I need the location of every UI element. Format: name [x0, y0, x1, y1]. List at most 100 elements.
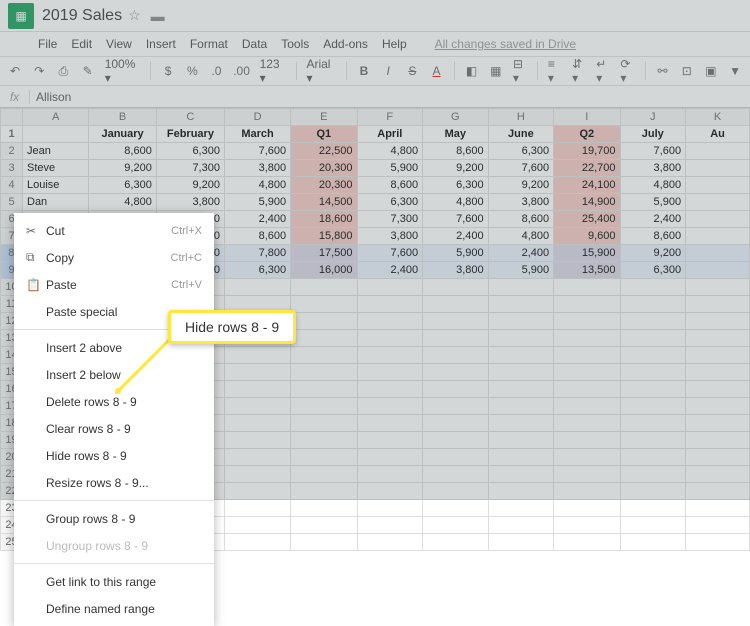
- percent-button[interactable]: %: [185, 63, 199, 79]
- cell[interactable]: [357, 347, 423, 364]
- cell[interactable]: 5,900: [423, 245, 489, 262]
- cell[interactable]: [488, 330, 554, 347]
- cell[interactable]: [224, 432, 290, 449]
- ctx-delete-rows[interactable]: Delete rows 8 - 9: [14, 388, 214, 415]
- cell[interactable]: [291, 534, 357, 551]
- cell[interactable]: [423, 415, 489, 432]
- cell[interactable]: [357, 449, 423, 466]
- cell[interactable]: [620, 347, 686, 364]
- star-icon[interactable]: ☆: [128, 7, 141, 24]
- cell[interactable]: [686, 211, 750, 228]
- col-header-D[interactable]: D: [224, 109, 290, 126]
- cell[interactable]: [554, 534, 620, 551]
- cell[interactable]: 9,200: [156, 177, 224, 194]
- cell[interactable]: [357, 381, 423, 398]
- cell[interactable]: Dan: [23, 194, 89, 211]
- cell[interactable]: [357, 432, 423, 449]
- header-cell[interactable]: June: [488, 126, 554, 143]
- cell[interactable]: 6,300: [224, 262, 290, 279]
- menu-view[interactable]: View: [106, 37, 132, 51]
- menu-help[interactable]: Help: [382, 37, 407, 51]
- cell[interactable]: [554, 296, 620, 313]
- cell[interactable]: [686, 296, 750, 313]
- cell[interactable]: [357, 279, 423, 296]
- print-icon[interactable]: ⎙: [56, 63, 70, 79]
- cell[interactable]: 2,400: [620, 211, 686, 228]
- currency-button[interactable]: $: [161, 63, 175, 79]
- cell[interactable]: [357, 296, 423, 313]
- cell[interactable]: 3,800: [156, 194, 224, 211]
- cell[interactable]: [620, 517, 686, 534]
- cell[interactable]: [423, 449, 489, 466]
- header-cell[interactable]: Q1: [291, 126, 357, 143]
- cell[interactable]: [686, 381, 750, 398]
- cell[interactable]: [686, 279, 750, 296]
- col-header-H[interactable]: H: [488, 109, 554, 126]
- italic-button[interactable]: I: [381, 63, 395, 79]
- cell[interactable]: 4,800: [423, 194, 489, 211]
- cell[interactable]: [554, 398, 620, 415]
- align-button[interactable]: ≡ ▾: [548, 63, 562, 79]
- cell[interactable]: 6,300: [423, 177, 489, 194]
- cell[interactable]: [357, 330, 423, 347]
- filter-button[interactable]: ▼: [728, 63, 742, 79]
- decrease-decimal-button[interactable]: .0: [209, 63, 223, 79]
- cell[interactable]: 8,600: [488, 211, 554, 228]
- cell[interactable]: [686, 313, 750, 330]
- cell[interactable]: 6,300: [620, 262, 686, 279]
- cell[interactable]: [423, 483, 489, 500]
- cell[interactable]: 8,600: [89, 143, 157, 160]
- cell[interactable]: 14,900: [554, 194, 620, 211]
- cell[interactable]: 5,900: [620, 194, 686, 211]
- cell[interactable]: 3,800: [620, 160, 686, 177]
- cell[interactable]: [620, 364, 686, 381]
- cell[interactable]: [291, 364, 357, 381]
- ctx-cut[interactable]: ✂CutCtrl+X: [14, 217, 214, 244]
- cell[interactable]: [686, 347, 750, 364]
- cell[interactable]: 9,200: [488, 177, 554, 194]
- cell[interactable]: [423, 500, 489, 517]
- ctx-copy[interactable]: ⧉CopyCtrl+C: [14, 244, 214, 271]
- cell[interactable]: 18,600: [291, 211, 357, 228]
- cell[interactable]: 15,800: [291, 228, 357, 245]
- cell[interactable]: [488, 364, 554, 381]
- cell[interactable]: [423, 279, 489, 296]
- col-header-F[interactable]: F: [357, 109, 423, 126]
- row-header-4[interactable]: 4: [1, 177, 23, 194]
- cell[interactable]: [357, 534, 423, 551]
- cell[interactable]: [423, 398, 489, 415]
- cell[interactable]: [423, 296, 489, 313]
- ctx-resize-rows[interactable]: Resize rows 8 - 9...: [14, 469, 214, 496]
- cell[interactable]: [554, 500, 620, 517]
- merge-button[interactable]: ⊟ ▾: [513, 63, 527, 79]
- cell[interactable]: [554, 364, 620, 381]
- cell[interactable]: [554, 449, 620, 466]
- cell[interactable]: 22,500: [291, 143, 357, 160]
- cell[interactable]: 6,300: [156, 143, 224, 160]
- cell[interactable]: [620, 398, 686, 415]
- cell[interactable]: 22,700: [554, 160, 620, 177]
- cell[interactable]: [686, 415, 750, 432]
- cell[interactable]: 9,200: [423, 160, 489, 177]
- menu-format[interactable]: Format: [190, 37, 228, 51]
- cell[interactable]: [554, 415, 620, 432]
- row-header-3[interactable]: 3: [1, 160, 23, 177]
- cell[interactable]: [224, 466, 290, 483]
- cell[interactable]: [686, 534, 750, 551]
- header-cell[interactable]: February: [156, 126, 224, 143]
- undo-icon[interactable]: ↶: [8, 63, 22, 79]
- cell[interactable]: [291, 500, 357, 517]
- row-header-1[interactable]: 1: [1, 126, 23, 143]
- font-select[interactable]: Arial ▾: [306, 57, 336, 85]
- cell[interactable]: [357, 398, 423, 415]
- format-more-button[interactable]: 123 ▾: [260, 57, 286, 85]
- cell[interactable]: [224, 364, 290, 381]
- cell[interactable]: [686, 262, 750, 279]
- cell[interactable]: [488, 483, 554, 500]
- cell[interactable]: [620, 313, 686, 330]
- cell[interactable]: 2,400: [423, 228, 489, 245]
- cell[interactable]: Jean: [23, 143, 89, 160]
- chart-button[interactable]: ▣: [704, 63, 718, 79]
- cell[interactable]: [423, 466, 489, 483]
- comment-button[interactable]: ⊡: [680, 63, 694, 79]
